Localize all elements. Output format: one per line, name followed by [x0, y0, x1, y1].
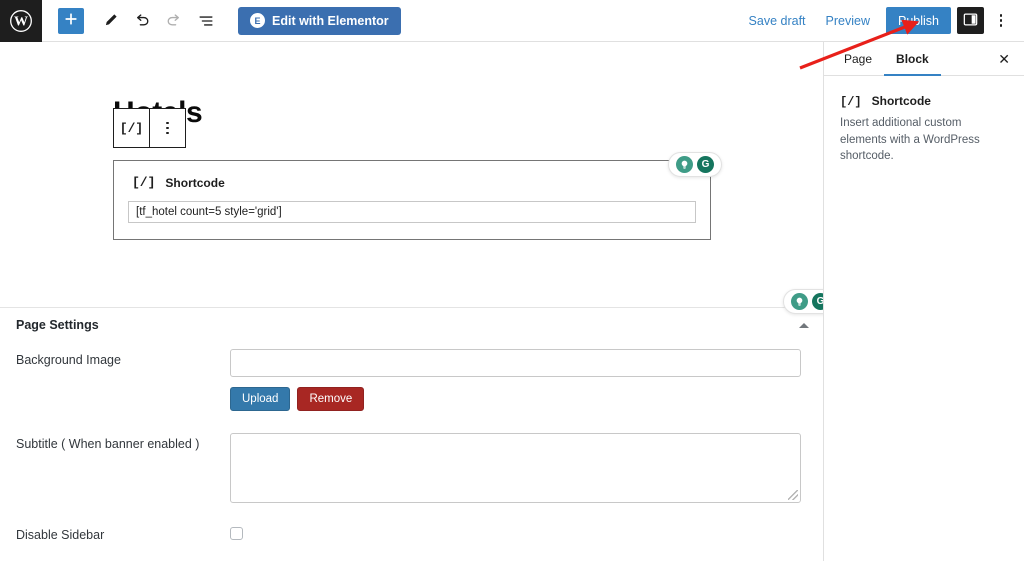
save-draft-button[interactable]: Save draft: [739, 8, 816, 34]
shortcode-input[interactable]: [tf_hotel count=5 style='grid']: [128, 201, 696, 223]
field-label: Subtitle ( When banner enabled ): [16, 437, 200, 451]
shortcode-icon: [/]: [840, 95, 862, 109]
field-background-image: Background Image Upload Remove: [0, 349, 823, 411]
resize-handle-icon[interactable]: [788, 490, 798, 500]
page-settings-metabox: Page Settings Background Image Upload Re…: [0, 307, 823, 540]
edit-with-elementor-button[interactable]: E Edit with Elementor: [238, 6, 401, 35]
field-label: Background Image: [16, 353, 121, 367]
wordpress-logo-button[interactable]: W: [0, 0, 42, 42]
grammar-assistant-icon: G: [812, 293, 823, 310]
shortcode-block-label: Shortcode: [165, 175, 225, 190]
edit-with-elementor-label: Edit with Elementor: [272, 13, 389, 28]
vertical-dots-icon: [166, 121, 169, 135]
sidebar-block-panel: [/] Shortcode Insert additional custom e…: [824, 76, 1024, 165]
settings-sidebar: Page Block ✕ [/] Shortcode Insert additi…: [823, 42, 1024, 561]
tab-block[interactable]: Block: [884, 42, 941, 76]
close-sidebar-icon[interactable]: ✕: [994, 48, 1014, 70]
background-image-input[interactable]: [230, 349, 801, 377]
field-disable-sidebar: Disable Sidebar: [0, 524, 823, 540]
top-bar-left-tools: E Edit with Elementor: [42, 5, 401, 37]
plus-icon: [64, 12, 78, 29]
sidebar-block-description: Insert additional custom elements with a…: [840, 117, 980, 163]
field-subtitle: Subtitle ( When banner enabled ): [0, 433, 823, 503]
list-view-icon[interactable]: [190, 5, 222, 37]
collapse-caret-icon[interactable]: [799, 322, 809, 328]
shortcode-block-header: [/] Shortcode: [114, 161, 710, 190]
writing-assistant-pill-bottom[interactable]: G: [783, 289, 823, 314]
lightbulb-icon: [791, 293, 808, 310]
wordpress-logo-icon: W: [9, 9, 33, 33]
media-buttons: Upload Remove: [230, 387, 807, 411]
more-options-icon[interactable]: [986, 6, 1016, 36]
editor-top-bar: W E Edit with Elementor Save draft Previ…: [0, 0, 1024, 42]
lightbulb-icon: [676, 156, 693, 173]
sidebar-panel-icon: [963, 12, 978, 30]
metabox-header: Page Settings: [0, 308, 823, 332]
shortcode-block[interactable]: [/] Shortcode [tf_hotel count=5 style='g…: [113, 160, 711, 240]
svg-text:W: W: [14, 14, 28, 29]
preview-button[interactable]: Preview: [816, 8, 880, 34]
disable-sidebar-checkbox[interactable]: [230, 526, 243, 540]
field-label: Disable Sidebar: [16, 528, 105, 540]
field-control: Upload Remove: [230, 349, 807, 411]
field-control: [230, 433, 807, 503]
metabox-title: Page Settings: [16, 318, 99, 332]
add-block-button[interactable]: [58, 7, 84, 34]
sidebar-block-header: [/] Shortcode: [840, 94, 1008, 109]
elementor-badge-icon: E: [250, 13, 265, 28]
grammar-assistant-icon: G: [697, 156, 714, 173]
sidebar-tabs: Page Block ✕: [824, 42, 1024, 76]
undo-icon[interactable]: [126, 5, 158, 37]
edit-mode-icon[interactable]: [94, 5, 126, 37]
redo-icon[interactable]: [158, 5, 190, 37]
block-floating-toolbar: [/]: [113, 108, 186, 148]
writing-assistant-pill-top[interactable]: G: [668, 152, 722, 177]
tab-page[interactable]: Page: [832, 42, 884, 76]
publish-button[interactable]: Publish: [886, 7, 951, 34]
block-options-icon[interactable]: [150, 109, 185, 147]
remove-button[interactable]: Remove: [297, 387, 365, 411]
editor-canvas: Hotels [/] G [/: [0, 42, 823, 540]
settings-sidebar-toggle-button[interactable]: [957, 7, 984, 34]
sidebar-block-name: Shortcode: [871, 94, 931, 108]
upload-button[interactable]: Upload: [230, 387, 291, 411]
wordpress-block-editor: W E Edit with Elementor Save draft Previ…: [0, 0, 1024, 561]
block-type-icon[interactable]: [/]: [114, 109, 149, 147]
subtitle-textarea[interactable]: [230, 433, 801, 503]
top-bar-right-tools: Save draft Preview Publish: [739, 6, 1024, 36]
shortcode-icon: [/]: [132, 175, 156, 190]
